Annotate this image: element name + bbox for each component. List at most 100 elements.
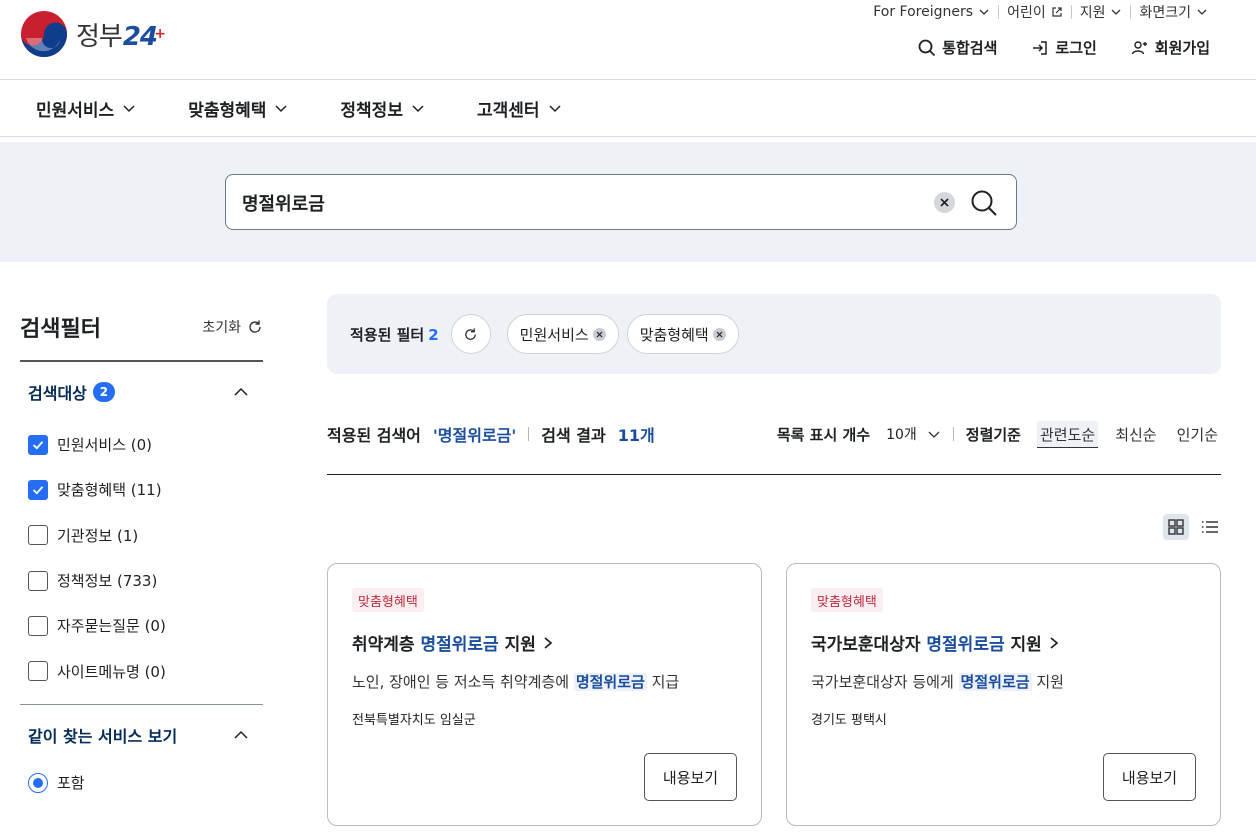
chevron-up-icon <box>234 730 248 739</box>
title-post: 지원 <box>498 635 536 655</box>
util-kids[interactable]: 어린이 <box>999 3 1071 21</box>
site-logo[interactable]: 정부 24 <box>20 10 165 58</box>
checkbox[interactable] <box>28 570 48 591</box>
checkbox[interactable] <box>28 661 48 682</box>
view-details-button[interactable]: 내용보기 <box>1103 753 1196 801</box>
filter-section-toggle[interactable]: 검색대상 2 <box>28 362 255 422</box>
filter-section-related: 같이 찾는 서비스 보기 포함 <box>20 705 263 801</box>
sort-option-relevance[interactable]: 관련도순 <box>1036 420 1099 448</box>
radio-label: 포함 <box>57 774 85 793</box>
sort-option-popular[interactable]: 인기순 <box>1174 421 1221 447</box>
sort-option-latest[interactable]: 최신순 <box>1112 421 1159 447</box>
checkbox[interactable] <box>28 479 48 500</box>
result-card-title[interactable]: 국가보훈대상자 명절위로금 지원 <box>811 630 1060 655</box>
chip-remove-icon[interactable] <box>712 327 726 341</box>
search-submit-button[interactable] <box>968 187 1000 219</box>
filter-chip-civil-services[interactable]: 민원서비스 <box>506 314 619 354</box>
desc-post: 지원 <box>1031 673 1064 691</box>
divider <box>952 427 954 441</box>
filter-checkbox-row[interactable]: 맞춤형혜택 (11) <box>28 467 255 512</box>
search-icon <box>918 39 936 56</box>
filter-checkbox-row[interactable]: 자주묻는질문 (0) <box>28 603 255 648</box>
login-icon <box>1033 40 1048 55</box>
page-size-select[interactable]: 10개 <box>886 424 941 444</box>
checkbox-label: 맞춤형혜택 (11) <box>57 481 162 500</box>
applied-filters-reset-button[interactable] <box>450 314 491 354</box>
nav-item-custom-benefits[interactable]: 맞춤형혜택 <box>188 80 288 136</box>
title-pre: 취약계층 <box>352 635 421 655</box>
chevron-right-icon <box>1050 636 1059 649</box>
grid-view-button[interactable] <box>1163 514 1189 540</box>
checkbox[interactable] <box>28 615 48 636</box>
filter-checkbox-row[interactable]: 기관정보 (1) <box>28 513 255 558</box>
search-section <box>0 142 1256 262</box>
search-clear-button[interactable] <box>934 192 955 213</box>
result-card: 맞춤형혜택 국가보훈대상자 명절위로금 지원 국가보훈대상자 등에게 명절위로금… <box>786 563 1221 826</box>
title-highlight: 명절위로금 <box>420 635 499 655</box>
applied-filters-panel: 적용된 필터 2 민원서비스 맞춤형혜택 <box>327 294 1221 374</box>
desc-pre: 노인, 장애인 등 저소득 취약계층에 <box>352 673 574 691</box>
util-for-foreigners[interactable]: For Foreigners <box>865 3 998 21</box>
query-value: '명절위로금' <box>432 426 517 445</box>
applied-filters-text: 적용된 필터 <box>350 325 425 344</box>
filter-checkbox-row[interactable]: 정책정보 (733) <box>28 558 255 603</box>
divider <box>528 427 530 441</box>
list-icon <box>1202 521 1218 533</box>
filter-section-target: 검색대상 2 민원서비스 (0) 맞춤형혜택 (11) 기관정보 (1) 정책정보 (… <box>20 362 263 694</box>
filter-section-label: 검색대상 <box>28 384 87 403</box>
checkbox-label: 사이트메뉴명 (0) <box>57 662 166 681</box>
nav-item-policy-info[interactable]: 정책정보 <box>340 80 425 136</box>
logo-text-main: 정부 <box>76 21 123 52</box>
view-toggle <box>1163 514 1223 540</box>
chevron-right-icon <box>544 636 553 649</box>
reset-label: 초기화 <box>202 320 241 336</box>
desc-highlight: 명절위로금 <box>958 673 1032 691</box>
util-support[interactable]: 지원 <box>1072 3 1131 21</box>
page-size-value: 10개 <box>886 427 917 443</box>
utility-nav: For Foreigners 어린이 지원 화면크기 <box>865 3 1216 21</box>
radio-dot <box>33 777 43 788</box>
checkbox-label: 정책정보 (733) <box>57 572 158 591</box>
filter-section-toggle[interactable]: 같이 찾는 서비스 보기 <box>28 705 255 765</box>
search-input[interactable] <box>242 189 922 217</box>
logo-wordmark: 정부 24 <box>76 16 165 53</box>
chevron-up-icon <box>234 387 248 396</box>
result-summary: 적용된 검색어 '명절위로금' 검색 결과 11개 <box>327 412 655 456</box>
nav-item-customer-center[interactable]: 고객센터 <box>477 80 562 136</box>
checkbox[interactable] <box>28 434 48 455</box>
checkbox[interactable] <box>28 525 48 546</box>
sort-label: 정렬기준 <box>965 425 1021 444</box>
view-details-button[interactable]: 내용보기 <box>644 753 737 801</box>
util-screen-size[interactable]: 화면크기 <box>1131 3 1216 21</box>
radio-button[interactable] <box>28 772 48 793</box>
util-label: 화면크기 <box>1139 5 1191 21</box>
page-size-label: 목록 표시 개수 <box>776 425 871 444</box>
applied-filters-count: 2 <box>428 325 439 344</box>
list-view-button[interactable] <box>1197 514 1223 540</box>
util-label: 지원 <box>1079 5 1106 21</box>
result-label: 검색 결과 <box>541 426 606 445</box>
main-nav: 민원서비스 맞춤형혜택 정책정보 고객센터 <box>0 80 1256 137</box>
chip-label: 맞춤형혜택 <box>639 325 709 344</box>
close-icon <box>940 198 949 207</box>
util-label: 어린이 <box>1007 5 1046 21</box>
filter-checkbox-row[interactable]: 사이트메뉴명 (0) <box>28 648 255 693</box>
search-box <box>225 174 1017 230</box>
result-card-description: 국가보훈대상자 등에게 명절위로금 지원 <box>811 671 1064 692</box>
chip-remove-icon[interactable] <box>592 327 606 341</box>
result-card-title[interactable]: 취약계층 명절위로금 지원 <box>352 630 554 655</box>
result-card: 맞춤형혜택 취약계층 명절위로금 지원 노인, 장애인 등 저소득 취약계층에 … <box>327 563 762 826</box>
checkbox-list: 민원서비스 (0) 맞춤형혜택 (11) 기관정보 (1) 정책정보 (733) 자주묻… <box>28 422 255 694</box>
result-card-description: 노인, 장애인 등 저소득 취약계층에 명절위로금 지급 <box>352 671 679 692</box>
login-button[interactable]: 로그인 <box>1031 37 1097 58</box>
filter-checkbox-row[interactable]: 민원서비스 (0) <box>28 422 255 467</box>
integrated-search-button[interactable]: 통합검색 <box>918 37 997 58</box>
refresh-icon <box>465 327 477 340</box>
radio-include[interactable]: 포함 <box>28 765 255 801</box>
nav-item-civil-services[interactable]: 민원서비스 <box>36 80 136 136</box>
signup-button[interactable]: 회원가입 <box>1131 37 1210 58</box>
filter-chip-custom-benefits[interactable]: 맞춤형혜택 <box>626 314 739 354</box>
signup-label: 회원가입 <box>1154 39 1210 57</box>
header-actions: 통합검색 로그인 회원가입 <box>918 37 1210 58</box>
filter-reset-button[interactable]: 초기화 <box>202 317 263 337</box>
